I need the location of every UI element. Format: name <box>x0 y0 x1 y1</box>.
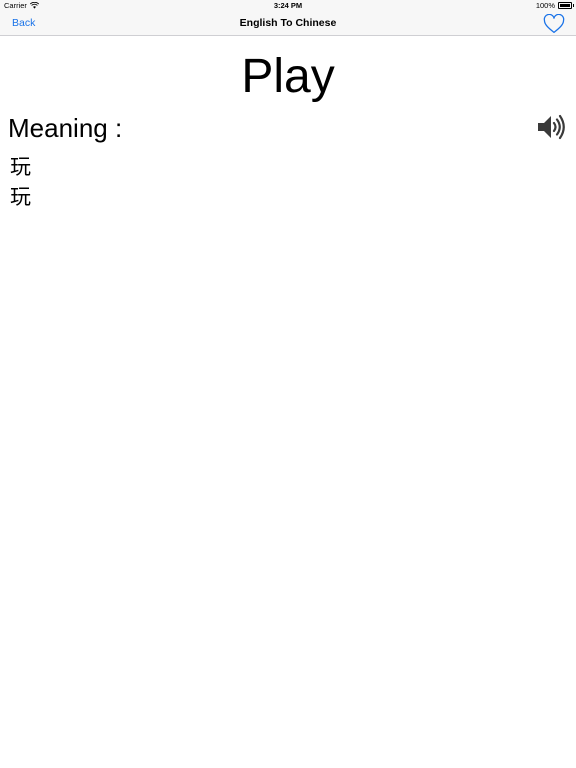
battery-percent: 100% <box>535 1 555 10</box>
meaning-label: Meaning : <box>8 113 123 143</box>
status-bar: Carrier 3:24 PM 100% <box>0 0 576 12</box>
battery-group: 100% <box>535 1 574 10</box>
meanings-list: 玩 玩 <box>10 152 31 212</box>
battery-icon <box>558 2 574 9</box>
navigation-bar: Back English To Chinese <box>0 12 576 36</box>
word-title: Play <box>241 50 335 103</box>
nav-title: English To Chinese <box>239 17 337 29</box>
heart-outline-icon <box>543 13 565 33</box>
meaning-item: 玩 <box>10 155 31 179</box>
meaning-item: 玩 <box>10 185 31 209</box>
status-time: 3:24 PM <box>273 1 303 10</box>
speak-button[interactable] <box>536 112 566 142</box>
favorite-button[interactable] <box>542 13 566 34</box>
speaker-icon <box>538 114 565 140</box>
